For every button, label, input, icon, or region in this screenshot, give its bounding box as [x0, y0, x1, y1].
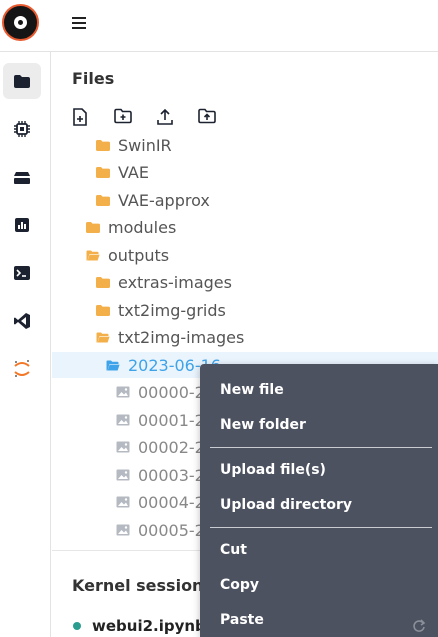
folder-icon — [86, 221, 100, 233]
image-file-icon — [116, 441, 130, 453]
menu-separator — [210, 447, 432, 448]
tree-item-label: SwinIR — [118, 135, 172, 155]
chart-icon — [15, 218, 29, 232]
sidebar — [0, 52, 51, 637]
folder-row[interactable]: SwinIR — [52, 132, 172, 158]
files-title: Files — [72, 69, 115, 88]
new-folder-icon[interactable] — [114, 108, 132, 126]
upload-folder-icon[interactable] — [198, 108, 216, 126]
hamburger-icon[interactable] — [70, 14, 88, 32]
tree-item-label: modules — [108, 217, 177, 237]
image-file-icon — [116, 386, 130, 398]
top-bar — [0, 0, 438, 52]
sidebar-item-files[interactable] — [3, 63, 41, 99]
menu-item-new-file[interactable]: New file — [220, 382, 284, 398]
folder-icon — [14, 74, 30, 88]
image-file-icon — [116, 496, 130, 508]
folder-row[interactable]: txt2img-images — [52, 324, 244, 350]
folder-icon — [96, 304, 110, 316]
image-file-icon — [116, 469, 130, 481]
app-logo[interactable] — [2, 4, 39, 41]
folder-icon — [96, 194, 110, 206]
folder-open-icon — [86, 250, 100, 260]
folder-row[interactable]: outputs — [52, 242, 169, 268]
folder-row[interactable]: modules — [52, 214, 176, 240]
folder-open-icon — [96, 332, 110, 342]
refresh-icon[interactable] — [412, 619, 426, 633]
menu-item-cut[interactable]: Cut — [220, 542, 247, 558]
kernel-session-name[interactable]: webui2.ipynb — [92, 617, 206, 635]
cpu-icon — [14, 121, 30, 137]
vscode-icon — [14, 313, 30, 329]
folder-icon — [96, 139, 110, 151]
folder-row[interactable]: extras-images — [52, 269, 232, 295]
folder-icon — [96, 276, 110, 288]
tree-item-label: txt2img-images — [118, 327, 245, 347]
menu-separator — [210, 527, 432, 528]
menu-item-upload-files[interactable]: Upload file(s) — [220, 462, 326, 478]
folder-open-icon — [106, 360, 120, 370]
sidebar-item-chart[interactable] — [3, 207, 41, 243]
tree-item-label: extras-images — [118, 272, 232, 292]
folder-row[interactable]: VAE-approx — [52, 187, 210, 213]
menu-item-upload-directory[interactable]: Upload directory — [220, 497, 352, 513]
stack-icon — [14, 172, 30, 184]
tree-item-label: VAE-approx — [118, 190, 210, 210]
menu-item-new-folder[interactable]: New folder — [220, 417, 306, 433]
folder-icon — [96, 166, 110, 178]
sidebar-item-jupyter[interactable] — [3, 351, 41, 387]
new-file-icon[interactable] — [72, 108, 90, 126]
upload-icon[interactable] — [156, 108, 174, 126]
image-file-icon — [116, 414, 130, 426]
sidebar-item-cpu[interactable] — [3, 111, 41, 147]
kernel-status-dot — [73, 622, 81, 630]
tree-item-label: outputs — [108, 245, 170, 265]
tree-item-label: txt2img-grids — [118, 300, 226, 320]
menu-item-paste[interactable]: Paste — [220, 612, 264, 628]
image-file-icon — [116, 524, 130, 536]
folder-row[interactable]: txt2img-grids — [52, 297, 226, 323]
sidebar-item-stack[interactable] — [3, 159, 41, 195]
jupyter-icon — [14, 360, 30, 377]
sidebar-item-terminal[interactable] — [3, 255, 41, 291]
tree-item-label: VAE — [118, 162, 149, 182]
terminal-icon — [14, 266, 30, 280]
kernel-sessions-title: Kernel sessions — [72, 576, 213, 595]
sidebar-item-vscode[interactable] — [3, 303, 41, 339]
menu-item-copy[interactable]: Copy — [220, 577, 259, 593]
folder-row[interactable]: VAE — [52, 159, 149, 185]
context-menu: New file New folder Upload file(s) Uploa… — [200, 364, 438, 637]
